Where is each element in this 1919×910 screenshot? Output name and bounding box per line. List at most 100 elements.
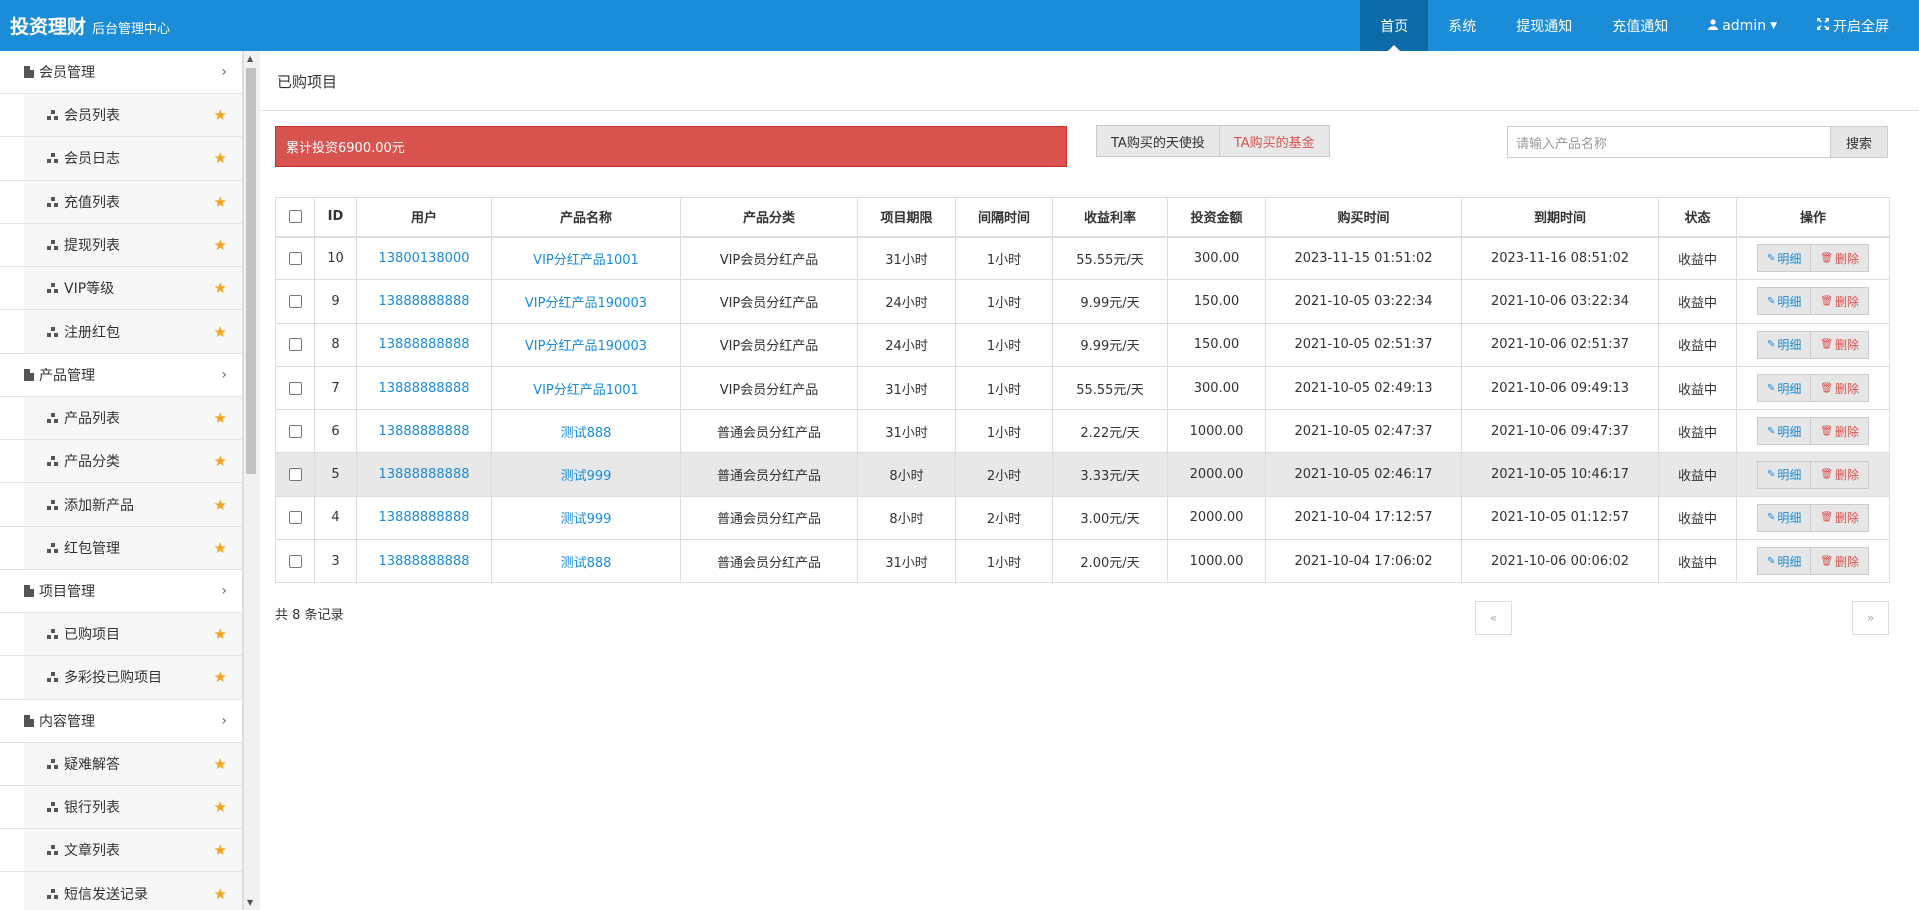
- user-link[interactable]: 13800138000: [379, 251, 470, 266]
- user-link[interactable]: 13888888888: [379, 294, 470, 309]
- user-link[interactable]: 13888888888: [379, 337, 470, 352]
- sidebar-item[interactable]: 短信发送记录 ★: [0, 872, 242, 910]
- star-icon[interactable]: ★: [214, 625, 227, 643]
- sidebar-group-0[interactable]: 会员管理 ›: [0, 51, 242, 94]
- sidebar-item[interactable]: 添加新产品 ★: [0, 483, 242, 527]
- delete-button[interactable]: 🗑 删除: [1811, 332, 1868, 358]
- row-checkbox[interactable]: [288, 294, 302, 308]
- delete-button[interactable]: 🗑 删除: [1811, 548, 1868, 574]
- product-link[interactable]: 测试999: [561, 469, 612, 484]
- pager-prev-button[interactable]: «: [1475, 601, 1512, 635]
- row-checkbox[interactable]: [288, 338, 302, 352]
- delete-button[interactable]: 🗑 删除: [1811, 505, 1868, 531]
- delete-button[interactable]: 🗑 删除: [1811, 462, 1868, 488]
- sidebar-scrollbar-thumb[interactable]: [246, 68, 256, 474]
- sidebar-item[interactable]: 红包管理 ★: [0, 526, 242, 570]
- nav-withdraw-notice[interactable]: 提现通知: [1496, 0, 1592, 51]
- delete-button[interactable]: 🗑 删除: [1811, 245, 1868, 271]
- tab-fund[interactable]: TA购买的基金: [1218, 126, 1329, 156]
- star-icon[interactable]: ★: [214, 539, 227, 557]
- detail-button[interactable]: ✎ 明细: [1758, 418, 1812, 445]
- star-icon[interactable]: ★: [214, 236, 227, 254]
- detail-button[interactable]: ✎ 明细: [1758, 245, 1812, 272]
- product-link[interactable]: VIP分红产品1001: [533, 253, 639, 268]
- detail-button[interactable]: ✎ 明细: [1758, 375, 1812, 402]
- star-icon[interactable]: ★: [214, 668, 227, 686]
- star-icon[interactable]: ★: [214, 798, 227, 816]
- detail-button[interactable]: ✎ 明细: [1758, 288, 1812, 315]
- product-link[interactable]: 测试888: [561, 426, 612, 441]
- detail-button[interactable]: ✎ 明细: [1758, 504, 1812, 531]
- user-link[interactable]: 13888888888: [379, 510, 470, 525]
- sidebar-item[interactable]: 疑难解答 ★: [0, 742, 242, 786]
- header-select-all[interactable]: [275, 197, 315, 238]
- search-button[interactable]: 搜索: [1830, 126, 1888, 158]
- user-link[interactable]: 13888888888: [379, 381, 470, 396]
- sidebar-item[interactable]: 已购项目 ★: [0, 612, 242, 657]
- star-icon[interactable]: ★: [214, 106, 227, 124]
- star-icon[interactable]: ★: [214, 841, 227, 859]
- row-select-cell[interactable]: [275, 495, 315, 541]
- row-checkbox[interactable]: [288, 511, 302, 525]
- nav-fullscreen[interactable]: 开启全屏: [1797, 0, 1919, 51]
- pager-next-button[interactable]: »: [1852, 601, 1889, 635]
- star-icon[interactable]: ★: [214, 409, 227, 427]
- row-select-cell[interactable]: [275, 235, 315, 281]
- star-icon[interactable]: ★: [214, 496, 227, 514]
- sidebar-item[interactable]: 文章列表 ★: [0, 829, 242, 873]
- product-link[interactable]: VIP分红产品190003: [525, 339, 647, 354]
- row-select-cell[interactable]: [275, 409, 315, 454]
- user-link[interactable]: 13888888888: [379, 467, 470, 482]
- row-select-cell[interactable]: [275, 322, 315, 367]
- sidebar-item[interactable]: 银行列表 ★: [0, 785, 242, 830]
- sidebar-item[interactable]: 注册红包 ★: [0, 310, 242, 354]
- scroll-down-arrow-icon[interactable]: ▼: [247, 898, 253, 907]
- user-link[interactable]: 13888888888: [379, 424, 470, 439]
- product-link[interactable]: VIP分红产品1001: [533, 383, 639, 398]
- detail-button[interactable]: ✎ 明细: [1758, 461, 1812, 488]
- sidebar-item[interactable]: VIP等级 ★: [0, 267, 242, 311]
- nav-system[interactable]: 系统: [1428, 0, 1496, 51]
- sidebar-item[interactable]: 会员日志 ★: [0, 137, 242, 181]
- sidebar-item[interactable]: 充值列表 ★: [0, 180, 242, 224]
- star-icon[interactable]: ★: [214, 193, 227, 211]
- row-checkbox[interactable]: [288, 468, 302, 482]
- sidebar-group-3[interactable]: 内容管理 ›: [0, 699, 242, 743]
- row-select-cell[interactable]: [275, 539, 315, 584]
- select-all-checkbox[interactable]: [288, 210, 302, 224]
- row-select-cell[interactable]: [275, 452, 315, 497]
- sidebar-item[interactable]: 多彩投已购项目 ★: [0, 656, 242, 700]
- sidebar-group-1[interactable]: 产品管理 ›: [0, 353, 242, 397]
- delete-button[interactable]: 🗑 删除: [1811, 418, 1868, 444]
- detail-button[interactable]: ✎ 明细: [1758, 331, 1812, 358]
- row-checkbox[interactable]: [288, 554, 302, 568]
- row-checkbox[interactable]: [288, 381, 302, 395]
- sidebar-group-2[interactable]: 项目管理 ›: [0, 569, 242, 613]
- row-checkbox[interactable]: [288, 424, 302, 438]
- sidebar-item[interactable]: 提现列表 ★: [0, 223, 242, 268]
- sidebar-item[interactable]: 产品列表 ★: [0, 396, 242, 441]
- product-link[interactable]: 测试999: [561, 512, 612, 527]
- tab-angel-invest[interactable]: TA购买的天使投: [1097, 126, 1219, 156]
- star-icon[interactable]: ★: [214, 279, 227, 297]
- sidebar-item[interactable]: 产品分类 ★: [0, 440, 242, 484]
- sidebar-item[interactable]: 会员列表 ★: [0, 94, 242, 138]
- nav-home[interactable]: 首页: [1360, 0, 1429, 51]
- star-icon[interactable]: ★: [214, 323, 227, 341]
- delete-button[interactable]: 🗑 删除: [1811, 288, 1868, 314]
- star-icon[interactable]: ★: [214, 452, 227, 470]
- product-link[interactable]: VIP分红产品190003: [525, 296, 647, 311]
- star-icon[interactable]: ★: [214, 149, 227, 167]
- scroll-up-arrow-icon[interactable]: ▲: [247, 54, 253, 63]
- star-icon[interactable]: ★: [214, 885, 227, 903]
- search-input[interactable]: 请输入产品名称: [1507, 126, 1831, 158]
- row-select-cell[interactable]: [275, 365, 315, 411]
- detail-button[interactable]: ✎ 明细: [1758, 548, 1812, 575]
- product-link[interactable]: 测试888: [561, 556, 612, 571]
- nav-recharge-notice[interactable]: 充值通知: [1592, 0, 1688, 51]
- user-link[interactable]: 13888888888: [379, 554, 470, 569]
- row-checkbox[interactable]: [288, 251, 302, 265]
- row-select-cell[interactable]: [275, 279, 315, 324]
- star-icon[interactable]: ★: [214, 755, 227, 773]
- delete-button[interactable]: 🗑 删除: [1811, 375, 1868, 401]
